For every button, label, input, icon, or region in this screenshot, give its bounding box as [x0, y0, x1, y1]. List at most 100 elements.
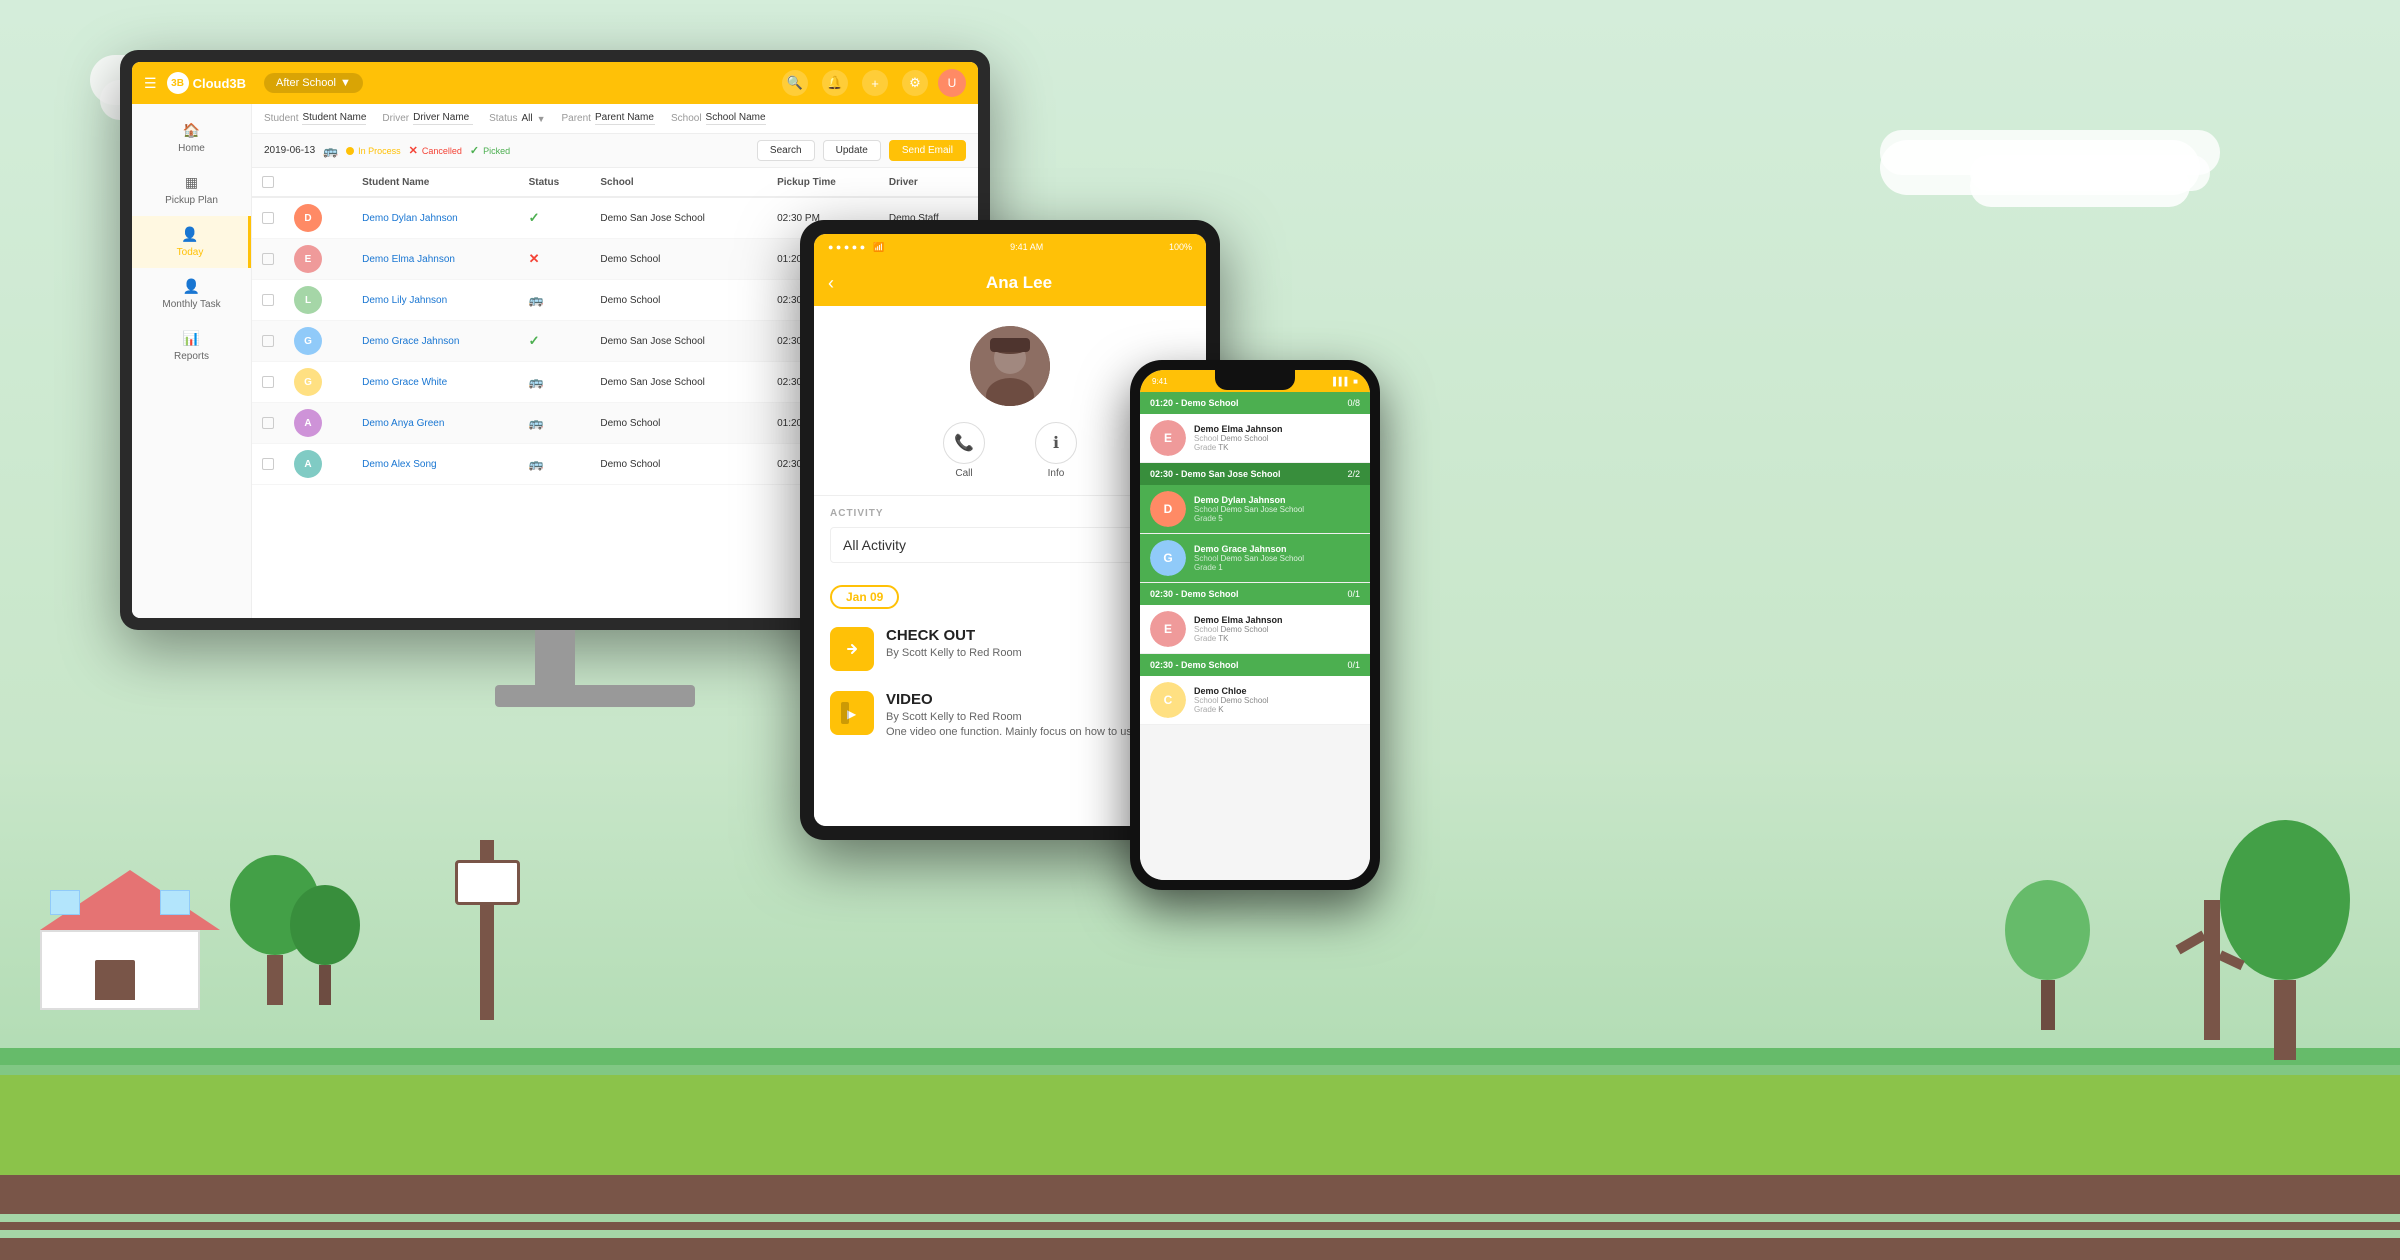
call-action[interactable]: 📞 Call [943, 422, 985, 479]
grade-val-1: TK [1218, 443, 1228, 452]
add-icon[interactable]: + [862, 70, 888, 96]
sidebar-home-label: Home [178, 143, 205, 154]
driver-value[interactable]: Driver Name [413, 112, 473, 125]
row-checkbox-4[interactable] [252, 321, 284, 362]
update-button[interactable]: Update [823, 140, 881, 161]
tablet-back-button[interactable]: ‹ [828, 273, 834, 294]
ground [0, 1060, 2400, 1260]
parent-value[interactable]: Parent Name [595, 112, 655, 125]
user-avatar[interactable]: U [938, 69, 966, 97]
row-name-6[interactable]: Demo Anya Green [352, 403, 518, 444]
grade-label-4: Grade [1194, 634, 1216, 643]
profile-actions: 📞 Call ℹ Info [943, 422, 1077, 479]
phone-list-item-selected-2[interactable]: G Demo Grace Jahnson School Demo San Jos… [1140, 534, 1370, 583]
phone-list: 01:20 - Demo School 0/8 E Demo Elma Jahn… [1140, 392, 1370, 880]
reports-icon: 📊 [183, 330, 200, 347]
road-stripe-2 [0, 1230, 2400, 1238]
call-icon: 📞 [943, 422, 985, 464]
row-checkbox-7[interactable] [252, 444, 284, 485]
grade-label-1: Grade [1194, 443, 1216, 452]
pickup-icon: ▦ [185, 174, 198, 191]
profile-avatar-img [970, 326, 1050, 406]
row-name-4[interactable]: Demo Grace Jahnson [352, 321, 518, 362]
search-header-icon[interactable]: 🔍 [782, 70, 808, 96]
school-label-2: School [1194, 505, 1218, 514]
school-val-1: Demo School [1220, 434, 1268, 443]
phone-list-item-3[interactable]: E Demo Elma Jahnson School Demo School G… [1140, 605, 1370, 654]
row-name-1[interactable]: Demo Dylan Jahnson [352, 197, 518, 239]
phone-item-school-3: School Demo San Jose School [1194, 554, 1360, 563]
sidebar-item-monthly-task[interactable]: 👤 Monthly Task [132, 268, 251, 320]
phone-list-item-4[interactable]: C Demo Chloe School Demo School Grade K [1140, 676, 1370, 725]
phone-list-item-selected-1[interactable]: D Demo Dylan Jahnson School Demo San Jos… [1140, 485, 1370, 534]
school-label-1: School [1194, 434, 1218, 443]
row-checkbox-5[interactable] [252, 362, 284, 403]
row-checkbox-1[interactable] [252, 197, 284, 239]
status-in-process: In Process [346, 146, 401, 156]
section-1-header-text: 01:20 - Demo School [1150, 398, 1239, 408]
phone-item-grade-4: Grade TK [1194, 634, 1360, 643]
section-3-count: 0/1 [1347, 589, 1360, 599]
school-val-2: Demo San Jose School [1220, 505, 1304, 514]
logo-icon: 3B [167, 72, 189, 94]
phone-item-school-4: School Demo School [1194, 625, 1360, 634]
sidebar-item-reports[interactable]: 📊 Reports [132, 320, 251, 372]
tree-left-2 [290, 885, 360, 1005]
row-school-3: Demo School [590, 280, 767, 321]
phone-avatar-5: C [1150, 682, 1186, 718]
row-checkbox-6[interactable] [252, 403, 284, 444]
phone-frame: 9:41 ▌▌▌ ■ 01:20 - Demo School 0/8 E De [1130, 360, 1380, 890]
sidebar-item-pickup-plan[interactable]: ▦ Pickup Plan [132, 164, 251, 216]
phone-item-name-3: Demo Grace Jahnson [1194, 544, 1360, 554]
status-value[interactable]: All [521, 113, 532, 124]
row-name-3[interactable]: Demo Lily Jahnson [352, 280, 518, 321]
row-checkbox-3[interactable] [252, 280, 284, 321]
bell-icon[interactable]: 🔔 [822, 70, 848, 96]
sidebar: 🏠 Home ▦ Pickup Plan 👤 Today 👤 Monthly T… [132, 104, 252, 618]
app-header: ☰ 3B Cloud3B After School ▼ 🔍 🔔 + ⚙ U [132, 62, 978, 104]
phone-item-name-2: Demo Dylan Jahnson [1194, 495, 1360, 505]
tree-right-2 [2005, 880, 2090, 1030]
menu-icon[interactable]: ☰ [144, 75, 157, 92]
row-name-7[interactable]: Demo Alex Song [352, 444, 518, 485]
student-filter: Student Student Name [264, 112, 366, 125]
info-action[interactable]: ℹ Info [1035, 422, 1077, 479]
row-name-5[interactable]: Demo Grace White [352, 362, 518, 403]
info-icon: ℹ [1035, 422, 1077, 464]
nav-after-school[interactable]: After School ▼ [264, 73, 363, 93]
section-4-header-text: 02:30 - Demo School [1150, 660, 1239, 670]
grade-val-5: K [1218, 705, 1223, 714]
phone-list-item[interactable]: E Demo Elma Jahnson School Demo School G… [1140, 414, 1370, 463]
row-school-6: Demo School [590, 403, 767, 444]
search-button[interactable]: Search [757, 140, 815, 161]
th-student-name: Student Name [352, 168, 518, 197]
row-checkbox-2[interactable] [252, 239, 284, 280]
sidebar-item-home[interactable]: 🏠 Home [132, 112, 251, 164]
phone-item-info-1: Demo Elma Jahnson School Demo School Gra… [1194, 424, 1360, 452]
row-school-7: Demo School [590, 444, 767, 485]
school-value[interactable]: School Name [706, 112, 766, 125]
phone-item-grade-3: Grade 1 [1194, 563, 1360, 572]
row-avatar-4: G [284, 321, 352, 362]
house-window-l [50, 890, 80, 915]
settings-icon[interactable]: ⚙ [902, 70, 928, 96]
row-name-2[interactable]: Demo Elma Jahnson [352, 239, 518, 280]
select-all-checkbox[interactable] [262, 176, 274, 188]
avatar-circle-4: E [1150, 611, 1186, 647]
grass-band-1 [0, 1048, 2400, 1066]
student-value[interactable]: Student Name [302, 112, 366, 125]
parent-label: Parent [562, 113, 591, 124]
sidebar-item-today[interactable]: 👤 Today [132, 216, 251, 268]
row-school-5: Demo San Jose School [590, 362, 767, 403]
section-2-count: 2/2 [1347, 469, 1360, 479]
send-email-button[interactable]: Send Email [889, 140, 966, 161]
phone-item-info-4: Demo Elma Jahnson School Demo School Gra… [1194, 615, 1360, 643]
grade-label-3: Grade [1194, 563, 1216, 572]
phone-item-school-1: School Demo School [1194, 434, 1360, 443]
driver-label: Driver [382, 113, 409, 124]
section-4-count: 0/1 [1347, 660, 1360, 670]
phone-item-name-1: Demo Elma Jahnson [1194, 424, 1360, 434]
wifi-icon: 📶 [873, 242, 884, 253]
row-school-4: Demo San Jose School [590, 321, 767, 362]
status-filter: Status All ▼ [489, 113, 545, 124]
